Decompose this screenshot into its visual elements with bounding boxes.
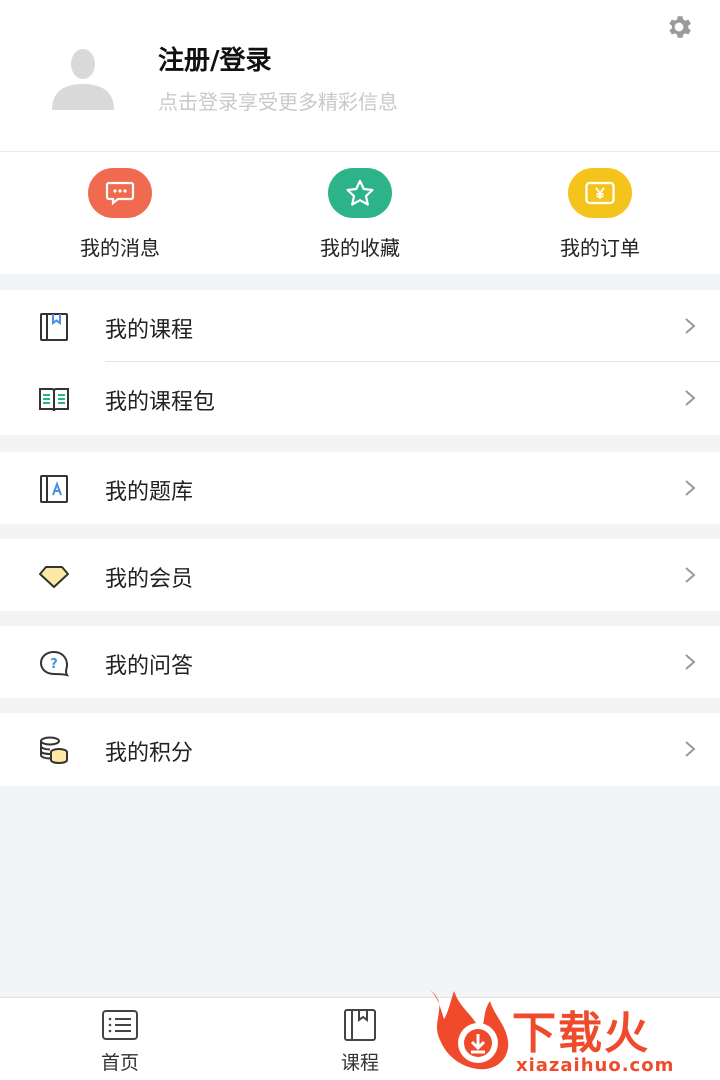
menu-group-courses: 我的课程 我的课程包 xyxy=(0,290,720,435)
menu-item-question-bank[interactable]: 我的题库 xyxy=(0,452,720,524)
login-title[interactable]: 注册/登录 xyxy=(158,40,272,77)
menu-label-course-packages: 我的课程包 xyxy=(105,390,216,415)
watermark-brand: 下载火 xyxy=(512,1008,650,1059)
tab-courses[interactable]: 课程 xyxy=(300,1008,420,1075)
tab-home-label: 首页 xyxy=(100,1052,139,1074)
menu-group-membership: 我的会员 xyxy=(0,539,720,611)
svg-text:?: ? xyxy=(50,657,58,672)
chevron-right-icon xyxy=(685,390,696,406)
menu-item-qa[interactable]: ? 我的问答 xyxy=(0,626,720,698)
coins-icon xyxy=(40,736,68,765)
flame-logo-icon xyxy=(430,990,509,1070)
gear-icon[interactable] xyxy=(664,12,694,42)
chevron-right-icon xyxy=(685,741,696,757)
my-messages-label: 我的消息 xyxy=(80,236,160,260)
menu-group-question-bank: 我的题库 xyxy=(0,452,720,524)
tab-home[interactable]: 首页 xyxy=(60,1008,180,1075)
menu-label-membership: 我的会员 xyxy=(105,567,194,592)
course-book-icon xyxy=(40,313,68,341)
my-favorites-label: 我的收藏 xyxy=(320,236,400,260)
diamond-icon xyxy=(39,566,69,588)
my-messages-button[interactable]: 我的消息 xyxy=(20,168,220,261)
profile-header[interactable]: 注册/登录 点击登录享受更多精彩信息 xyxy=(0,0,720,152)
tab-courses-label: 课程 xyxy=(340,1052,379,1074)
menu-item-course-packages[interactable]: 我的课程包 xyxy=(0,362,720,435)
avatar[interactable] xyxy=(50,44,116,110)
watermark-url: xiazaihuo.com xyxy=(516,1055,675,1076)
my-orders-label: 我的订单 xyxy=(560,236,640,260)
menu-group-points: 我的积分 xyxy=(0,713,720,786)
chevron-right-icon xyxy=(685,480,696,496)
menu-label-points: 我的积分 xyxy=(105,741,194,766)
order-yen-icon xyxy=(585,181,615,205)
question-bank-icon xyxy=(40,475,68,503)
menu-group-qa: ? 我的问答 xyxy=(0,626,720,698)
watermark: 下载火 xiazaihuo.com xyxy=(420,985,720,1080)
menu-label-qa: 我的问答 xyxy=(105,654,194,679)
my-orders-button[interactable]: 我的订单 xyxy=(500,168,700,261)
menu-label-courses: 我的课程 xyxy=(105,318,194,343)
menu-item-membership[interactable]: 我的会员 xyxy=(0,539,720,611)
star-icon xyxy=(346,179,374,206)
login-subtitle: 点击登录享受更多精彩信息 xyxy=(158,90,398,114)
open-book-icon xyxy=(39,388,69,412)
chevron-right-icon xyxy=(685,654,696,670)
question-bubble-icon: ? xyxy=(39,650,70,677)
chevron-right-icon xyxy=(685,318,696,334)
my-favorites-button[interactable]: 我的收藏 xyxy=(260,168,460,261)
menu-item-points[interactable]: 我的积分 xyxy=(0,713,720,785)
quick-actions: 我的消息 我的收藏 我的订单 xyxy=(0,152,720,274)
chevron-right-icon xyxy=(685,567,696,583)
menu-item-courses[interactable]: 我的课程 xyxy=(0,290,720,362)
message-icon xyxy=(105,181,135,206)
menu-label-question-bank: 我的题库 xyxy=(105,480,194,505)
home-list-icon xyxy=(102,1010,138,1040)
course-book-icon xyxy=(344,1009,376,1041)
